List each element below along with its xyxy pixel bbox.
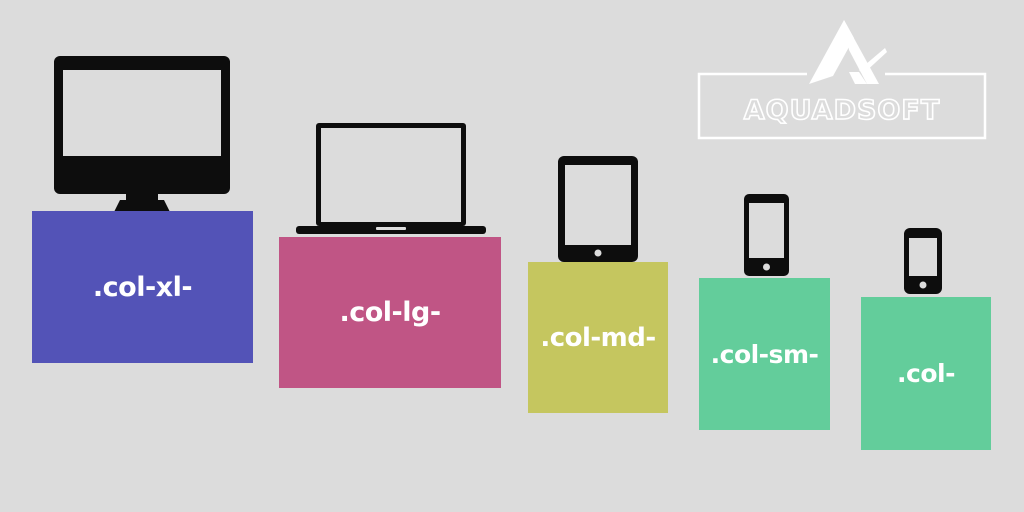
phone-icon (744, 194, 789, 276)
col-lg-label: .col-lg- (339, 297, 441, 328)
col-xl-box: .col-xl- (32, 211, 253, 363)
breakpoints-illustration: .col-xl- .col-lg- .col-md- .col-sm- .col… (0, 0, 1024, 512)
laptop-icon (296, 123, 486, 234)
aquadsoft-logo: AQUADSOFT (697, 20, 987, 140)
col-label: .col- (897, 359, 955, 388)
col-xl-label: .col-xl- (92, 271, 193, 303)
col-md-label: .col-md- (540, 322, 656, 353)
col-sm-label: .col-sm- (710, 339, 819, 369)
col-lg-box: .col-lg- (279, 237, 501, 388)
logo-text: AQUADSOFT (744, 95, 941, 126)
desktop-monitor-icon (54, 56, 230, 212)
col-box: .col- (861, 297, 991, 450)
col-sm-box: .col-sm- (699, 278, 830, 430)
small-phone-icon (904, 228, 942, 294)
tablet-icon (558, 156, 638, 262)
col-md-box: .col-md- (528, 262, 668, 413)
